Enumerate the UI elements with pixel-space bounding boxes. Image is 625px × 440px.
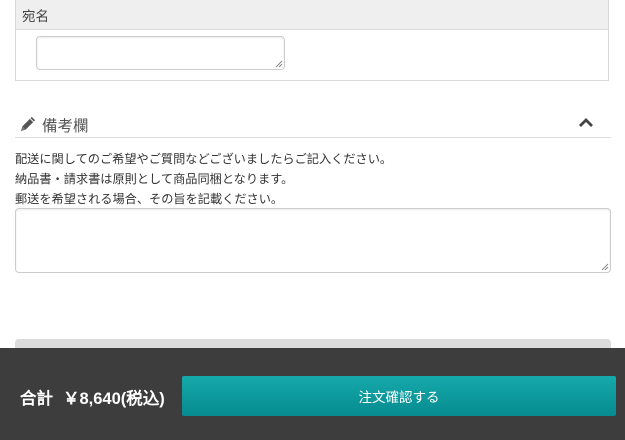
remarks-note-line: 郵送を希望される場合、その旨を記載ください。: [15, 192, 284, 206]
resize-handle-icon[interactable]: [600, 262, 609, 271]
total-label: 合計: [20, 390, 53, 408]
address-name-panel: 宛名: [15, 0, 609, 81]
pencil-icon: [21, 116, 36, 131]
confirm-order-button[interactable]: 注文確認する: [182, 376, 616, 416]
remarks-note-line: 配送に関してのご希望やご質問などございましたらご記入ください。: [15, 152, 393, 166]
checkout-page: 宛名 備考欄 配送に関してのご希望やご質問などございましたらご記入ください。 納…: [0, 0, 625, 440]
order-footer: 合計 ￥8,640(税込) 注文確認する: [0, 348, 625, 440]
remarks-title: 備考欄: [42, 117, 89, 135]
resize-handle-icon[interactable]: [274, 59, 283, 68]
chevron-up-icon[interactable]: [578, 115, 594, 129]
address-name-input[interactable]: [36, 36, 285, 70]
remarks-note-line: 納品書・請求書は原則として商品同梱となります。: [15, 172, 294, 186]
total-amount: ￥8,640(税込): [63, 390, 165, 408]
address-name-label: 宛名: [16, 0, 608, 30]
remarks-notes: 配送に関してのご希望やご質問などございましたらご記入ください。 納品書・請求書は…: [15, 149, 392, 209]
order-total: 合計 ￥8,640(税込): [20, 385, 165, 409]
remarks-textarea[interactable]: [15, 208, 611, 273]
remarks-header[interactable]: 備考欄: [15, 111, 611, 138]
